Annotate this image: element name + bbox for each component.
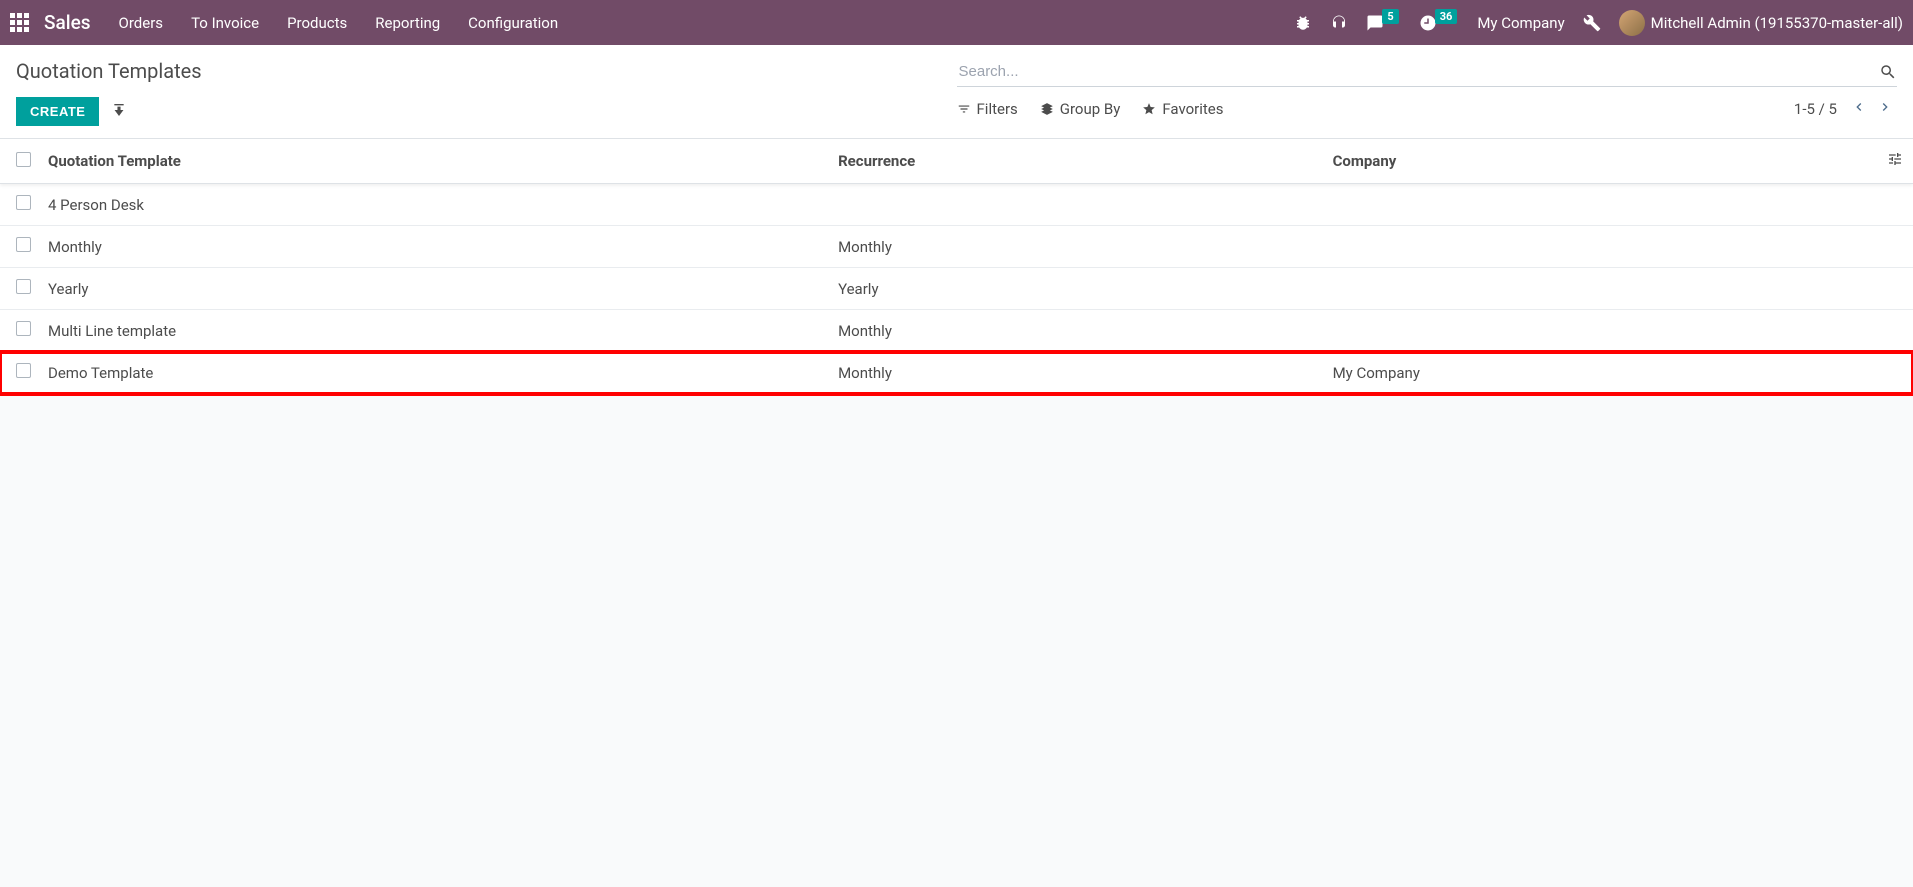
col-header-company[interactable]: Company: [1325, 139, 1873, 184]
star-icon: [1142, 102, 1156, 116]
create-button[interactable]: CREATE: [16, 97, 99, 126]
menu-configuration[interactable]: Configuration: [468, 14, 558, 32]
row-checkbox[interactable]: [16, 279, 31, 294]
menu-orders[interactable]: Orders: [119, 14, 164, 32]
avatar: [1619, 10, 1645, 36]
cell-recurrence: Monthly: [830, 310, 1325, 352]
col-header-options: [1873, 139, 1913, 184]
timer-badge: 36: [1435, 9, 1458, 24]
row-checkbox-cell: [0, 268, 40, 310]
tools-icon[interactable]: [1583, 14, 1601, 32]
row-checkbox[interactable]: [16, 195, 31, 210]
cell-template-name: Monthly: [40, 226, 830, 268]
row-checkbox[interactable]: [16, 363, 31, 378]
row-checkbox-cell: [0, 184, 40, 226]
messaging-badge: 5: [1382, 9, 1398, 24]
favorites-label: Favorites: [1162, 100, 1223, 118]
header-checkbox-cell: [0, 139, 40, 184]
pager-text: 1-5 / 5: [1794, 100, 1837, 118]
page-title: Quotation Templates: [16, 59, 957, 83]
select-all-checkbox[interactable]: [16, 152, 31, 167]
search-input[interactable]: [957, 59, 1880, 84]
company-switcher[interactable]: My Company: [1477, 14, 1564, 32]
cell-recurrence: [830, 184, 1325, 226]
menu-reporting[interactable]: Reporting: [375, 14, 440, 32]
col-header-recurrence[interactable]: Recurrence: [830, 139, 1325, 184]
groupby-button[interactable]: Group By: [1040, 100, 1121, 118]
col-header-template[interactable]: Quotation Template: [40, 139, 830, 184]
main-menu: Orders To Invoice Products Reporting Con…: [119, 14, 559, 32]
cell-template-name: Yearly: [40, 268, 830, 310]
cell-options: [1873, 352, 1913, 394]
filters-button[interactable]: Filters: [957, 100, 1018, 118]
quotation-templates-table: Quotation Template Recurrence Company 4 …: [0, 139, 1913, 394]
apps-grid-icon[interactable]: [10, 13, 30, 33]
bug-icon[interactable]: [1294, 14, 1312, 32]
cell-template-name: Demo Template: [40, 352, 830, 394]
settings-sliders-icon[interactable]: [1887, 151, 1903, 167]
cell-template-name: 4 Person Desk: [40, 184, 830, 226]
cell-company: My Company: [1325, 352, 1873, 394]
timer-icon[interactable]: 36: [1419, 14, 1460, 32]
pager-prev[interactable]: [1847, 97, 1871, 121]
filters-label: Filters: [977, 100, 1018, 118]
download-icon[interactable]: [111, 104, 127, 120]
cell-options: [1873, 310, 1913, 352]
cell-recurrence: Monthly: [830, 352, 1325, 394]
row-checkbox[interactable]: [16, 321, 31, 336]
cell-recurrence: Yearly: [830, 268, 1325, 310]
navbar-right: 5 36 My Company Mitchell Admin (19155370…: [1294, 10, 1903, 36]
search-icon[interactable]: [1879, 63, 1897, 81]
favorites-button[interactable]: Favorites: [1142, 100, 1223, 118]
user-menu[interactable]: Mitchell Admin (19155370-master-all): [1619, 10, 1903, 36]
cell-company: [1325, 268, 1873, 310]
user-name: Mitchell Admin (19155370-master-all): [1651, 14, 1903, 32]
layers-icon: [1040, 102, 1054, 116]
messaging-icon[interactable]: 5: [1366, 14, 1400, 32]
app-brand[interactable]: Sales: [44, 11, 91, 34]
control-panel: Quotation Templates CREATE Filters: [0, 45, 1913, 139]
funnel-icon: [957, 102, 971, 116]
row-checkbox-cell: [0, 352, 40, 394]
row-checkbox-cell: [0, 226, 40, 268]
support-icon[interactable]: [1330, 14, 1348, 32]
row-checkbox[interactable]: [16, 237, 31, 252]
pager-next[interactable]: [1873, 97, 1897, 121]
cell-options: [1873, 226, 1913, 268]
cell-options: [1873, 268, 1913, 310]
cell-company: [1325, 226, 1873, 268]
groupby-label: Group By: [1060, 100, 1121, 118]
cell-options: [1873, 184, 1913, 226]
cell-company: [1325, 310, 1873, 352]
top-navbar: Sales Orders To Invoice Products Reporti…: [0, 0, 1913, 45]
table-row[interactable]: YearlyYearly: [0, 268, 1913, 310]
menu-to-invoice[interactable]: To Invoice: [191, 14, 259, 32]
table-row[interactable]: MonthlyMonthly: [0, 226, 1913, 268]
list-view: Quotation Template Recurrence Company 4 …: [0, 139, 1913, 394]
table-row[interactable]: Demo TemplateMonthlyMy Company: [0, 352, 1913, 394]
cell-recurrence: Monthly: [830, 226, 1325, 268]
table-row[interactable]: Multi Line templateMonthly: [0, 310, 1913, 352]
cell-company: [1325, 184, 1873, 226]
table-row[interactable]: 4 Person Desk: [0, 184, 1913, 226]
cell-template-name: Multi Line template: [40, 310, 830, 352]
search-bar: [957, 59, 1898, 87]
menu-products[interactable]: Products: [287, 14, 347, 32]
row-checkbox-cell: [0, 310, 40, 352]
